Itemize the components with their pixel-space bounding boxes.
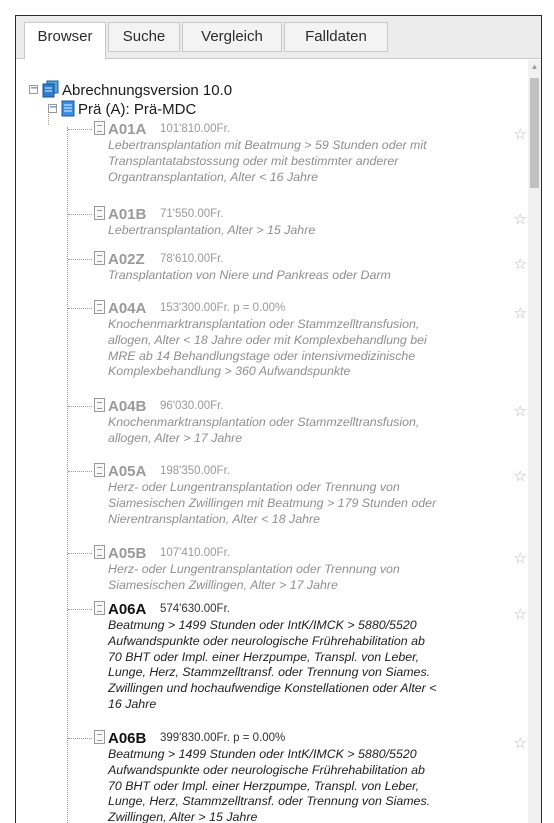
drg-item-a06b[interactable]: A06B 399'830.00Fr. p = 0.00% Beatmung > 1… [94,730,526,823]
drg-price: 101'810.00Fr. [160,123,230,135]
tree-mdc-label[interactable]: Prä (A): Prä-MDC [78,101,196,118]
drg-header: A02Z 78'610.00Fr. [108,251,513,268]
stacked-pages-icon [42,80,59,98]
drg-description: Herz- oder Lungentransplantation oder Tr… [108,480,437,526]
drg-item-a06a[interactable]: A06A 574'630.00Fr. Beatmung > 1499 Stunde… [94,601,526,713]
drg-code: A02Z [108,251,145,268]
tree-connector [68,406,92,407]
drg-item-a01b[interactable]: A01B 71'550.00Fr. Lebertransplantation, A… [94,206,526,239]
tab-browser[interactable]: Browser [24,22,106,60]
drg-item-a04a[interactable]: A04A 153'300.00Fr. p = 0.00% Knochenmarkt… [94,300,526,380]
drg-header: A05B 107'410.00Fr. [108,545,513,562]
tab-bar: Browser Suche Vergleich Falldaten [16,16,541,60]
tree-connector [68,553,92,554]
tree-connector [68,259,92,260]
drg-price: 399'830.00Fr. p = 0.00% [160,732,286,744]
favorite-star-icon[interactable]: ☆ [514,734,526,752]
drg-code: A04A [108,300,147,317]
drg-description: Transplantation von Niere und Pankreas o… [108,268,391,282]
drg-header: A06B 399'830.00Fr. p = 0.00% [108,730,513,747]
drg-description: Herz- oder Lungentransplantation oder Tr… [108,562,400,592]
tab-suche[interactable]: Suche [108,22,180,52]
tree-connector [68,609,92,610]
drg-price: 107'410.00Fr. [160,547,230,559]
favorite-star-icon[interactable]: ☆ [514,467,526,485]
favorite-star-icon[interactable]: ☆ [514,402,526,420]
document-icon [94,300,105,314]
collapse-toggle-root[interactable]: − [29,84,38,94]
drg-description: Knochenmarktransplantation oder Stammzel… [108,415,420,445]
drg-header: A01B 71'550.00Fr. [108,206,513,223]
drg-code: A04B [108,398,147,415]
tree-root-label[interactable]: Abrechnungsversion 10.0 [62,82,232,99]
document-icon [94,601,105,615]
tab-vergleich[interactable]: Vergleich [182,22,282,52]
drg-header: A04B 96'030.00Fr. [108,398,513,415]
document-icon [94,206,105,220]
scrollbar-thumb[interactable] [530,78,539,188]
drg-header: A06A 574'630.00Fr. [108,601,513,618]
document-icon [94,251,105,265]
drg-code: A01A [108,121,147,138]
tree-connector [68,129,92,130]
drg-code: A05B [108,545,147,562]
tree-connector [68,471,92,472]
drg-item-a04b[interactable]: A04B 96'030.00Fr. Knochenmarktransplantat… [94,398,526,447]
drg-price: 78'610.00Fr. [160,253,224,265]
drg-item-a05b[interactable]: A05B 107'410.00Fr. Herz- oder Lungentrans… [94,545,526,594]
tree-view: − Abrechnungsversion 10.0 − Prä (A): Prä… [16,59,526,823]
favorite-star-icon[interactable]: ☆ [514,125,526,143]
drg-price: 71'550.00Fr. [160,208,224,220]
drg-item-a01a[interactable]: A01A 101'810.00Fr. Lebertransplantation m… [94,121,526,185]
vertical-scrollbar[interactable]: ▲ [528,60,541,823]
drg-item-a02z[interactable]: A02Z 78'610.00Fr. Transplantation von Nie… [94,251,526,284]
drg-code: A06B [108,730,147,747]
favorite-star-icon[interactable]: ☆ [514,255,526,273]
tree-connector [67,127,68,823]
tree-connector [68,738,92,739]
tree-connector [68,308,92,309]
document-icon [94,730,105,744]
drg-price: 198'350.00Fr. [160,465,230,477]
document-icon [94,398,105,412]
drg-item-a05a[interactable]: A05A 198'350.00Fr. Herz- oder Lungentrans… [94,463,526,527]
scroll-up-arrow-icon[interactable]: ▲ [528,60,541,73]
drg-description: Beatmung > 1499 Stunden oder IntK/IMCK >… [108,747,431,823]
drg-price: 96'030.00Fr. [160,400,224,412]
collapse-toggle-mdc[interactable]: − [48,103,57,113]
tab-falldaten[interactable]: Falldaten [284,22,388,52]
document-icon [94,545,105,559]
drg-description: Beatmung > 1499 Stunden oder IntK/IMCK >… [108,618,437,711]
drg-description: Knochenmarktransplantation oder Stammzel… [108,317,427,379]
document-icon [94,463,105,477]
drg-description: Lebertransplantation mit Beatmung > 59 S… [108,138,427,184]
document-icon [94,121,105,135]
browser-panel: Browser Suche Vergleich Falldaten − Abre… [15,15,542,823]
drg-header: A04A 153'300.00Fr. p = 0.00% [108,300,513,317]
page-icon [61,100,75,117]
drg-description: Lebertransplantation, Alter > 15 Jahre [108,223,316,237]
drg-header: A05A 198'350.00Fr. [108,463,513,480]
drg-code: A05A [108,463,147,480]
drg-code: A01B [108,206,147,223]
drg-price: 153'300.00Fr. p = 0.00% [160,302,286,314]
favorite-star-icon[interactable]: ☆ [514,210,526,228]
drg-price: 574'630.00Fr. [160,603,230,615]
favorite-star-icon[interactable]: ☆ [514,304,526,322]
tree-connector [68,214,92,215]
favorite-star-icon[interactable]: ☆ [514,549,526,567]
drg-code: A06A [108,601,147,618]
favorite-star-icon[interactable]: ☆ [514,605,526,623]
drg-header: A01A 101'810.00Fr. [108,121,513,138]
